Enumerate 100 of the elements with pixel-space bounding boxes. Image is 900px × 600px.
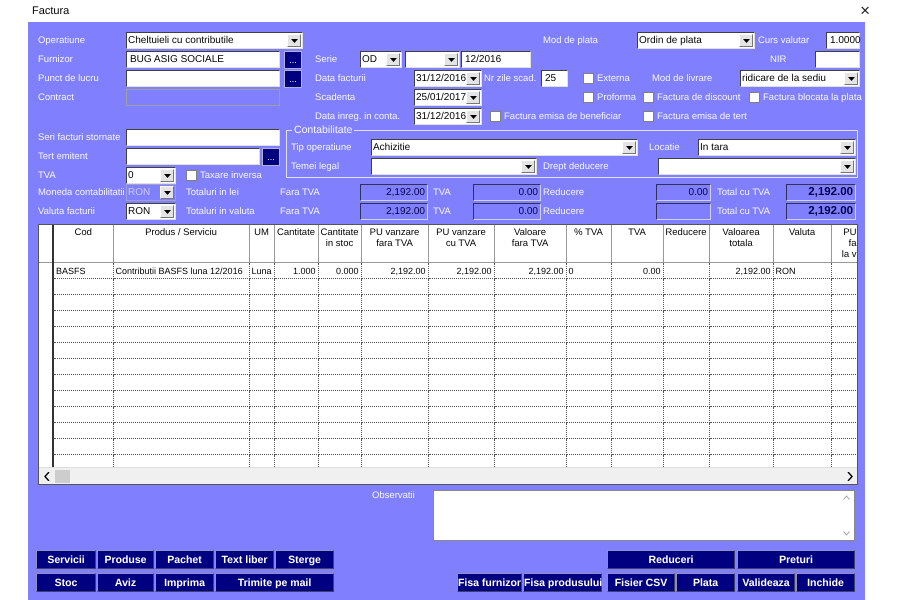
column-header[interactable]: % TVA bbox=[566, 225, 611, 262]
field-label: TVA bbox=[433, 187, 452, 198]
caret-icon bbox=[160, 205, 174, 218]
dropdown[interactable] bbox=[405, 51, 460, 68]
field-label: Total cu TVA bbox=[717, 206, 771, 217]
checkbox-label: Proforma bbox=[597, 92, 636, 103]
checkbox[interactable] bbox=[583, 92, 594, 103]
column-header[interactable]: Valoare fara TVA bbox=[494, 225, 566, 262]
field-label: Tip operatiune bbox=[291, 142, 352, 153]
table-cell: 0 bbox=[566, 262, 611, 278]
caret-icon bbox=[840, 141, 854, 154]
dropdown[interactable]: Achizitie bbox=[371, 139, 638, 156]
table-cell: 0.00 bbox=[611, 262, 663, 278]
date-picker[interactable]: 31/12/2016 bbox=[414, 108, 482, 125]
field-label: TVA bbox=[433, 206, 452, 217]
action-button[interactable]: Produse bbox=[97, 550, 154, 569]
column-header[interactable]: Produs / Serviciu bbox=[113, 225, 249, 262]
checkbox-label: Externa bbox=[597, 73, 630, 84]
action-button[interactable]: Preturi bbox=[737, 550, 855, 569]
action-button[interactable]: Pachet bbox=[155, 550, 214, 569]
column-header[interactable]: Valuta bbox=[773, 225, 831, 262]
text-field[interactable]: BUG ASIG SOCIALE bbox=[126, 51, 280, 68]
date-picker[interactable]: 31/12/2016 bbox=[414, 70, 482, 87]
field-label: Punct de lucru bbox=[38, 73, 100, 84]
browse-button[interactable]: ... bbox=[284, 70, 302, 88]
checkbox[interactable] bbox=[583, 73, 594, 84]
field-label: Furnizor bbox=[38, 54, 74, 65]
text-field[interactable] bbox=[126, 70, 280, 87]
column-header[interactable]: PU vanzare cu TVA bbox=[428, 225, 494, 262]
browse-button[interactable]: ... bbox=[262, 148, 280, 166]
column-header[interactable]: PU vanzare fara TVA bbox=[361, 225, 428, 262]
checkbox[interactable] bbox=[186, 170, 197, 181]
dropdown[interactable]: RON bbox=[126, 203, 176, 220]
column-header[interactable]: UM bbox=[249, 225, 274, 262]
action-button[interactable]: Inchide bbox=[796, 573, 855, 592]
window-title: Factura bbox=[31, 5, 70, 17]
dropdown[interactable]: In tara bbox=[698, 139, 856, 156]
field-label: Total cu TVA bbox=[717, 187, 771, 198]
checkbox[interactable] bbox=[490, 111, 501, 122]
column-header[interactable]: Reducere bbox=[663, 225, 709, 262]
text-field[interactable]: 25 bbox=[541, 70, 568, 87]
column-header[interactable]: Cod bbox=[53, 225, 113, 262]
column-header[interactable]: Cantitate bbox=[274, 225, 318, 262]
dropdown[interactable]: Cheltuieli cu contributile bbox=[126, 32, 303, 49]
browse-button[interactable]: ... bbox=[284, 50, 302, 68]
column-header[interactable]: Cantitate in stoc bbox=[318, 225, 361, 262]
dropdown[interactable]: Ordin de plata bbox=[637, 32, 755, 49]
dropdown[interactable] bbox=[371, 158, 537, 175]
checkbox[interactable] bbox=[643, 111, 654, 122]
close-button[interactable]: × bbox=[860, 1, 870, 21]
caret-icon bbox=[287, 34, 301, 47]
caret-icon bbox=[466, 91, 480, 104]
text-field[interactable] bbox=[126, 129, 280, 146]
action-button[interactable]: Sterge bbox=[275, 550, 334, 569]
dropdown[interactable]: OD bbox=[360, 51, 402, 68]
total-field: 2,192.00 bbox=[786, 203, 856, 220]
action-button[interactable]: Stoc bbox=[36, 573, 96, 592]
field-label: Drept deducere bbox=[543, 161, 610, 172]
table-cell: Luna bbox=[249, 262, 274, 278]
action-button[interactable]: Fisa produsului bbox=[523, 573, 602, 592]
checkbox-label: Factura emisa de tert bbox=[657, 111, 747, 122]
action-button[interactable]: Imprima bbox=[155, 573, 214, 592]
text-field[interactable] bbox=[126, 148, 260, 165]
checkbox[interactable] bbox=[643, 92, 654, 103]
dropdown[interactable] bbox=[658, 158, 856, 175]
action-button[interactable]: Valideaza bbox=[737, 573, 795, 592]
table-cell: 0.000 bbox=[318, 262, 361, 278]
caret-icon bbox=[160, 169, 174, 182]
field-label: Contract bbox=[38, 92, 75, 103]
horizontal-scrollbar[interactable] bbox=[39, 467, 857, 484]
action-button[interactable]: Fisier CSV bbox=[607, 573, 675, 592]
dropdown[interactable]: ridicare de la sediu bbox=[740, 70, 860, 87]
caret-icon bbox=[386, 53, 400, 66]
caret-icon bbox=[160, 186, 174, 199]
date-picker[interactable]: 25/01/2017 bbox=[414, 89, 482, 106]
field-label: NIR bbox=[770, 54, 788, 65]
action-button[interactable]: Reduceri bbox=[607, 550, 735, 569]
text-field[interactable]: 1.0000 bbox=[826, 32, 860, 49]
action-button[interactable]: Fisa furnizor bbox=[457, 573, 522, 592]
caret-icon bbox=[466, 110, 480, 123]
action-button[interactable]: Plata bbox=[676, 573, 735, 592]
caret-icon bbox=[844, 72, 858, 85]
field-label: Mod de plata bbox=[543, 35, 599, 46]
amount-field bbox=[656, 203, 711, 220]
action-button[interactable]: Text liber bbox=[215, 550, 274, 569]
caret-icon bbox=[521, 160, 535, 173]
action-button[interactable]: Trimite pe mail bbox=[215, 573, 334, 592]
text-field[interactable] bbox=[815, 51, 860, 68]
action-button[interactable]: Servicii bbox=[36, 550, 96, 569]
checkbox[interactable] bbox=[749, 92, 760, 103]
scroll-thumb[interactable] bbox=[55, 470, 70, 483]
table-cell: 2,192.00 bbox=[361, 262, 428, 278]
column-header[interactable]: Valoarea totala bbox=[709, 225, 773, 262]
column-header[interactable]: TVA bbox=[611, 225, 663, 262]
field-label: Fara TVA bbox=[280, 206, 321, 217]
caret-icon bbox=[622, 141, 636, 154]
text-field[interactable]: 12/2016 bbox=[461, 51, 531, 68]
field-label: Seri facturi stornate bbox=[38, 132, 122, 143]
table-cell: 2,192.00 bbox=[428, 262, 494, 278]
action-button[interactable]: Aviz bbox=[97, 573, 154, 592]
